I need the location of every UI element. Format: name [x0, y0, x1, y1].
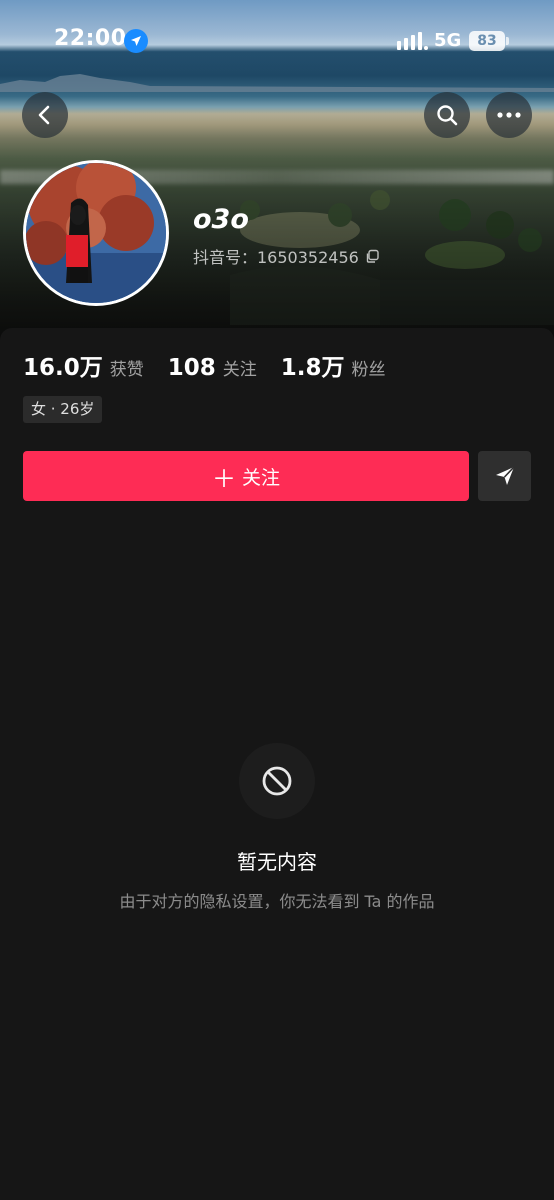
battery-icon: 83 — [469, 31, 509, 51]
more-button[interactable] — [486, 92, 532, 138]
stat-likes[interactable]: 16.0万 获赞 — [23, 348, 144, 382]
network-type: 5G — [434, 30, 462, 51]
follow-label: 关注 — [241, 466, 280, 489]
douyin-id[interactable]: 抖音号：1650352456 — [193, 244, 380, 268]
back-button[interactable] — [22, 92, 68, 138]
status-bar: 22:00 5G 83 — [0, 0, 554, 84]
search-icon — [437, 105, 458, 126]
empty-state-description: 由于对方的隐私设置，你无法看到 Ta 的作品 — [119, 892, 435, 911]
douyin-id-text: 抖音号：1650352456 — [193, 248, 359, 267]
avatar[interactable] — [23, 160, 169, 306]
stat-value: 1.8万 — [280, 355, 345, 381]
more-dots-icon — [497, 112, 521, 118]
follow-button[interactable]: ＋ 关注 — [23, 451, 469, 501]
plus-icon: ＋ — [211, 464, 236, 493]
chevron-left-icon — [38, 105, 50, 125]
stat-label: 粉丝 — [351, 360, 386, 380]
stat-followers[interactable]: 1.8万 粉丝 — [281, 348, 386, 382]
profile-stats: 16.0万 获赞 108 关注 1.8万 粉丝 — [23, 348, 410, 382]
username: o3o — [193, 204, 249, 235]
send-icon — [495, 466, 515, 485]
status-time: 22:00 — [54, 26, 127, 51]
empty-state-icon — [239, 743, 315, 819]
empty-state-title: 暂无内容 — [237, 850, 317, 874]
copy-icon[interactable] — [365, 249, 380, 264]
location-arrow-icon — [124, 29, 148, 53]
avatar-photo — [26, 163, 166, 303]
block-icon — [262, 766, 292, 796]
stat-following[interactable]: 108 关注 — [168, 355, 257, 381]
gender-age-tag: 女 · 26岁 — [23, 396, 103, 423]
share-button[interactable] — [478, 451, 531, 501]
cellular-signal-icon — [397, 32, 429, 54]
stat-value: 16.0万 — [23, 355, 103, 381]
stat-label: 关注 — [222, 360, 257, 380]
search-button[interactable] — [424, 92, 470, 138]
stat-label: 获赞 — [109, 360, 144, 380]
stat-value: 108 — [167, 355, 216, 381]
